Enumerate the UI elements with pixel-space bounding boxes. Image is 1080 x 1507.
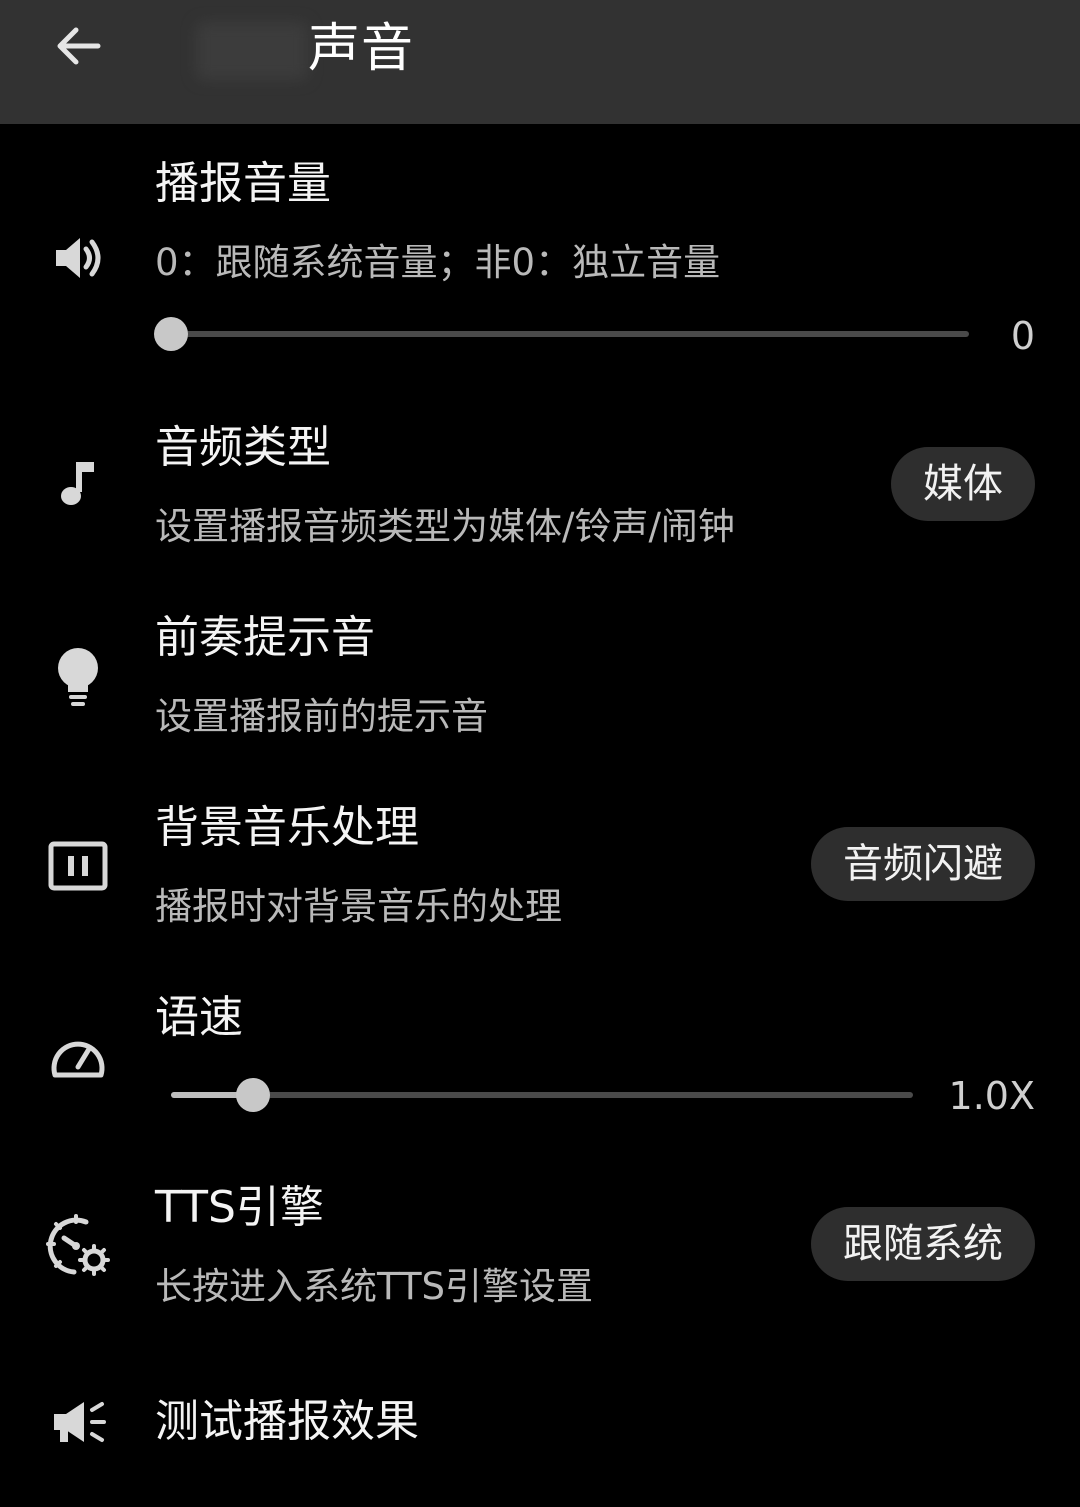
app-bar: 声音 (0, 0, 1080, 124)
speaker-icon (42, 222, 114, 294)
speech-rate-title: 语速 (155, 992, 243, 1043)
speedometer-icon (42, 1020, 114, 1092)
gear-clock-icon (42, 1210, 114, 1282)
audio-type-subtitle: 设置播报音频类型为媒体/铃声/闹钟 (155, 505, 735, 548)
audio-type-value-button[interactable]: 媒体 (891, 447, 1035, 521)
test-title: 测试播报效果 (155, 1396, 419, 1447)
volume-value: 0 (1010, 314, 1035, 358)
lightbulb-icon (42, 640, 114, 712)
speech-rate-slider[interactable] (171, 1075, 913, 1115)
volume-slider-track (171, 331, 969, 337)
megaphone-icon (42, 1386, 114, 1458)
page-title: 声音 (308, 19, 415, 79)
redacted-title-prefix (196, 22, 308, 80)
volume-subtitle: 0：跟随系统音量；非0：独立音量 (155, 241, 721, 284)
background-music-subtitle: 播报时对背景音乐的处理 (155, 885, 562, 928)
speech-rate-value: 1.0X (948, 1074, 1035, 1118)
background-music-title: 背景音乐处理 (155, 802, 419, 853)
volume-title: 播报音量 (155, 158, 331, 209)
volume-slider-thumb[interactable] (154, 317, 188, 351)
tts-engine-title: TTS引擎 (155, 1182, 324, 1233)
arrow-left-icon (57, 27, 101, 65)
speech-rate-slider-track (171, 1092, 913, 1098)
audio-type-title: 音频类型 (155, 422, 331, 473)
music-note-icon (42, 448, 114, 520)
prelude-subtitle: 设置播报前的提示音 (155, 695, 488, 738)
tts-engine-subtitle: 长按进入系统TTS引擎设置 (155, 1265, 594, 1308)
tts-engine-value-button[interactable]: 跟随系统 (811, 1207, 1035, 1281)
speech-rate-slider-thumb[interactable] (235, 1078, 270, 1112)
volume-slider[interactable] (154, 314, 969, 354)
background-music-value-button[interactable]: 音频闪避 (811, 827, 1035, 901)
pause-box-icon (42, 830, 114, 902)
back-button[interactable] (40, 14, 116, 78)
prelude-title: 前奏提示音 (155, 612, 375, 663)
